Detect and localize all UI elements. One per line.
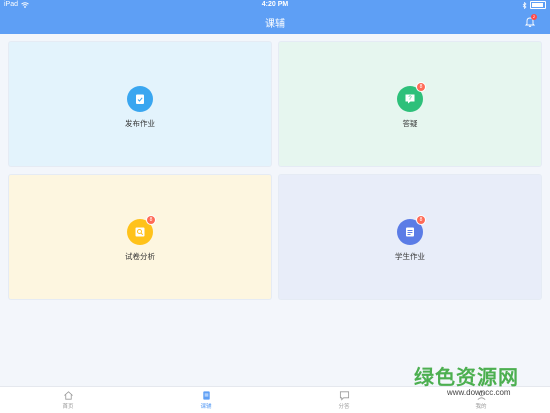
bluetooth-icon bbox=[522, 1, 527, 9]
chat-icon bbox=[339, 391, 349, 401]
tab-label: 分答 bbox=[338, 404, 350, 410]
watermark-url: www.downcc.com bbox=[447, 388, 511, 397]
card-label: 答疑 bbox=[402, 119, 418, 128]
book-icon bbox=[202, 391, 210, 400]
battery-icon bbox=[530, 1, 546, 9]
home-icon bbox=[63, 391, 73, 400]
status-time: 4:20 PM bbox=[261, 1, 289, 8]
card-qa[interactable]: ? 8 答疑 bbox=[279, 42, 541, 166]
clipboard-check-icon bbox=[136, 94, 144, 104]
document-icon bbox=[406, 227, 414, 237]
question-chat-icon: ? bbox=[405, 94, 415, 104]
card-publish-homework[interactable]: 发布作业 bbox=[9, 42, 271, 166]
tab-label: 课辅 bbox=[200, 404, 212, 410]
watermark-text: 绿色资源网 bbox=[414, 367, 519, 389]
card-icon-circle bbox=[127, 86, 153, 112]
card-label: 试卷分析 bbox=[125, 252, 155, 261]
top-bar: iPad 4:20 PM 课辅 2 bbox=[0, 0, 550, 34]
status-right bbox=[522, 1, 546, 9]
search-paper-icon bbox=[135, 227, 145, 237]
card-badge: 8 bbox=[417, 216, 425, 224]
page-title: 课辅 bbox=[265, 19, 285, 30]
card-exam-analysis[interactable]: 8 试卷分析 bbox=[9, 175, 271, 299]
tab-label: 我的 bbox=[475, 404, 487, 410]
card-student-homework[interactable]: 8 学生作业 bbox=[279, 175, 541, 299]
card-label: 发布作业 bbox=[125, 119, 155, 128]
tab-kefu[interactable]: 课辅 bbox=[176, 390, 236, 410]
tab-home[interactable]: 首页 bbox=[38, 390, 98, 410]
card-label: 学生作业 bbox=[395, 252, 425, 261]
card-badge: 8 bbox=[417, 83, 425, 91]
card-badge: 8 bbox=[147, 216, 155, 224]
tab-fenda[interactable]: 分答 bbox=[314, 390, 374, 410]
notification-badge: 2 bbox=[531, 14, 537, 20]
tab-label: 首页 bbox=[62, 404, 74, 410]
